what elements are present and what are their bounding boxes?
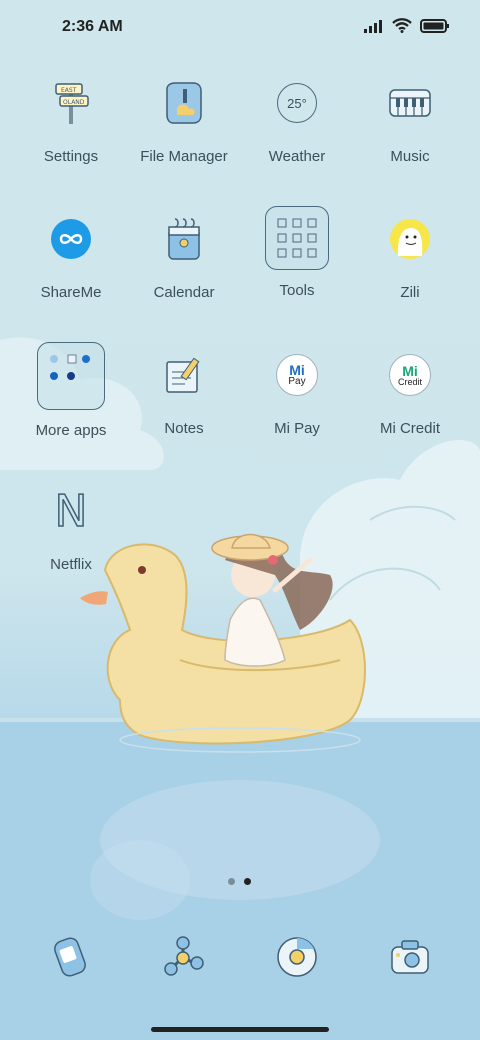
app-label: Mi Pay xyxy=(274,420,320,437)
status-time: 2:36 AM xyxy=(62,18,123,35)
infinity-icon xyxy=(38,206,104,272)
app-label: Mi Credit xyxy=(379,420,440,437)
dock-messages[interactable] xyxy=(158,934,208,984)
svg-text:EAST: EAST xyxy=(61,87,77,94)
app-label: Music xyxy=(390,148,430,165)
dock-browser[interactable] xyxy=(272,934,322,984)
app-calendar[interactable]: Calendar xyxy=(129,206,239,301)
netflix-icon: N xyxy=(38,478,104,544)
weather-icon: 25° xyxy=(264,70,330,136)
chrome-icon xyxy=(275,935,319,984)
dock-camera[interactable] xyxy=(385,934,435,984)
app-settings[interactable]: EAST OLAND Settings xyxy=(16,70,126,165)
app-label: Settings xyxy=(43,148,99,165)
app-notes[interactable]: Notes xyxy=(129,342,239,437)
app-label: File Manager xyxy=(140,148,228,165)
app-tools[interactable]: Tools xyxy=(242,206,352,299)
folder-icon xyxy=(37,342,105,410)
mi-pay-icon: Mi Pay xyxy=(264,342,330,408)
app-mi-credit[interactable]: Mi Credit Mi Credit xyxy=(355,342,465,437)
app-label: ShareMe xyxy=(40,284,102,301)
netflix-letter: N xyxy=(54,485,88,538)
app-label: Calendar xyxy=(153,284,215,301)
app-label: More apps xyxy=(35,422,107,439)
calendar-icon xyxy=(151,206,217,272)
app-zili[interactable]: Zili xyxy=(355,206,465,301)
piano-icon xyxy=(377,70,443,136)
app-file-manager[interactable]: File Manager xyxy=(129,70,239,165)
app-label: Weather xyxy=(268,148,326,165)
status-icons xyxy=(364,18,450,38)
mi-pay-badge: Pay xyxy=(288,376,306,387)
app-label: Netflix xyxy=(50,556,92,573)
camera-icon xyxy=(388,935,432,984)
app-music[interactable]: Music xyxy=(355,70,465,165)
status-bar: 2:36 AM xyxy=(0,0,480,56)
app-netflix[interactable]: N Netflix xyxy=(16,478,126,573)
svg-text:OLAND: OLAND xyxy=(63,99,85,106)
notes-icon xyxy=(151,342,217,408)
home-indicator[interactable] xyxy=(151,1027,329,1032)
app-label: Notes xyxy=(164,420,204,437)
folder-icon xyxy=(265,206,329,270)
wifi-icon xyxy=(392,18,412,38)
zili-face-icon xyxy=(377,206,443,272)
app-mi-pay[interactable]: Mi Pay Mi Pay xyxy=(242,342,352,437)
folder-pen-icon xyxy=(151,70,217,136)
phone-icon xyxy=(48,935,92,984)
app-shareme[interactable]: ShareMe xyxy=(16,206,126,301)
app-weather[interactable]: 25° Weather xyxy=(242,70,352,165)
app-more-apps[interactable]: More apps xyxy=(16,342,126,439)
page-indicator xyxy=(228,878,251,885)
battery-icon xyxy=(420,18,450,38)
dock-phone[interactable] xyxy=(45,934,95,984)
page-dot[interactable] xyxy=(228,878,235,885)
signpost-icon: EAST OLAND xyxy=(38,70,104,136)
app-label: Tools xyxy=(279,282,315,299)
mi-credit-icon: Mi Credit xyxy=(377,342,443,408)
page-dot-active[interactable] xyxy=(244,878,251,885)
app-label: Zili xyxy=(400,284,420,301)
weather-temp: 25° xyxy=(277,83,317,123)
signal-icon xyxy=(364,19,384,38)
dock xyxy=(0,934,480,986)
mi-credit-badge: Credit xyxy=(397,376,422,387)
messages-icon xyxy=(161,935,205,984)
